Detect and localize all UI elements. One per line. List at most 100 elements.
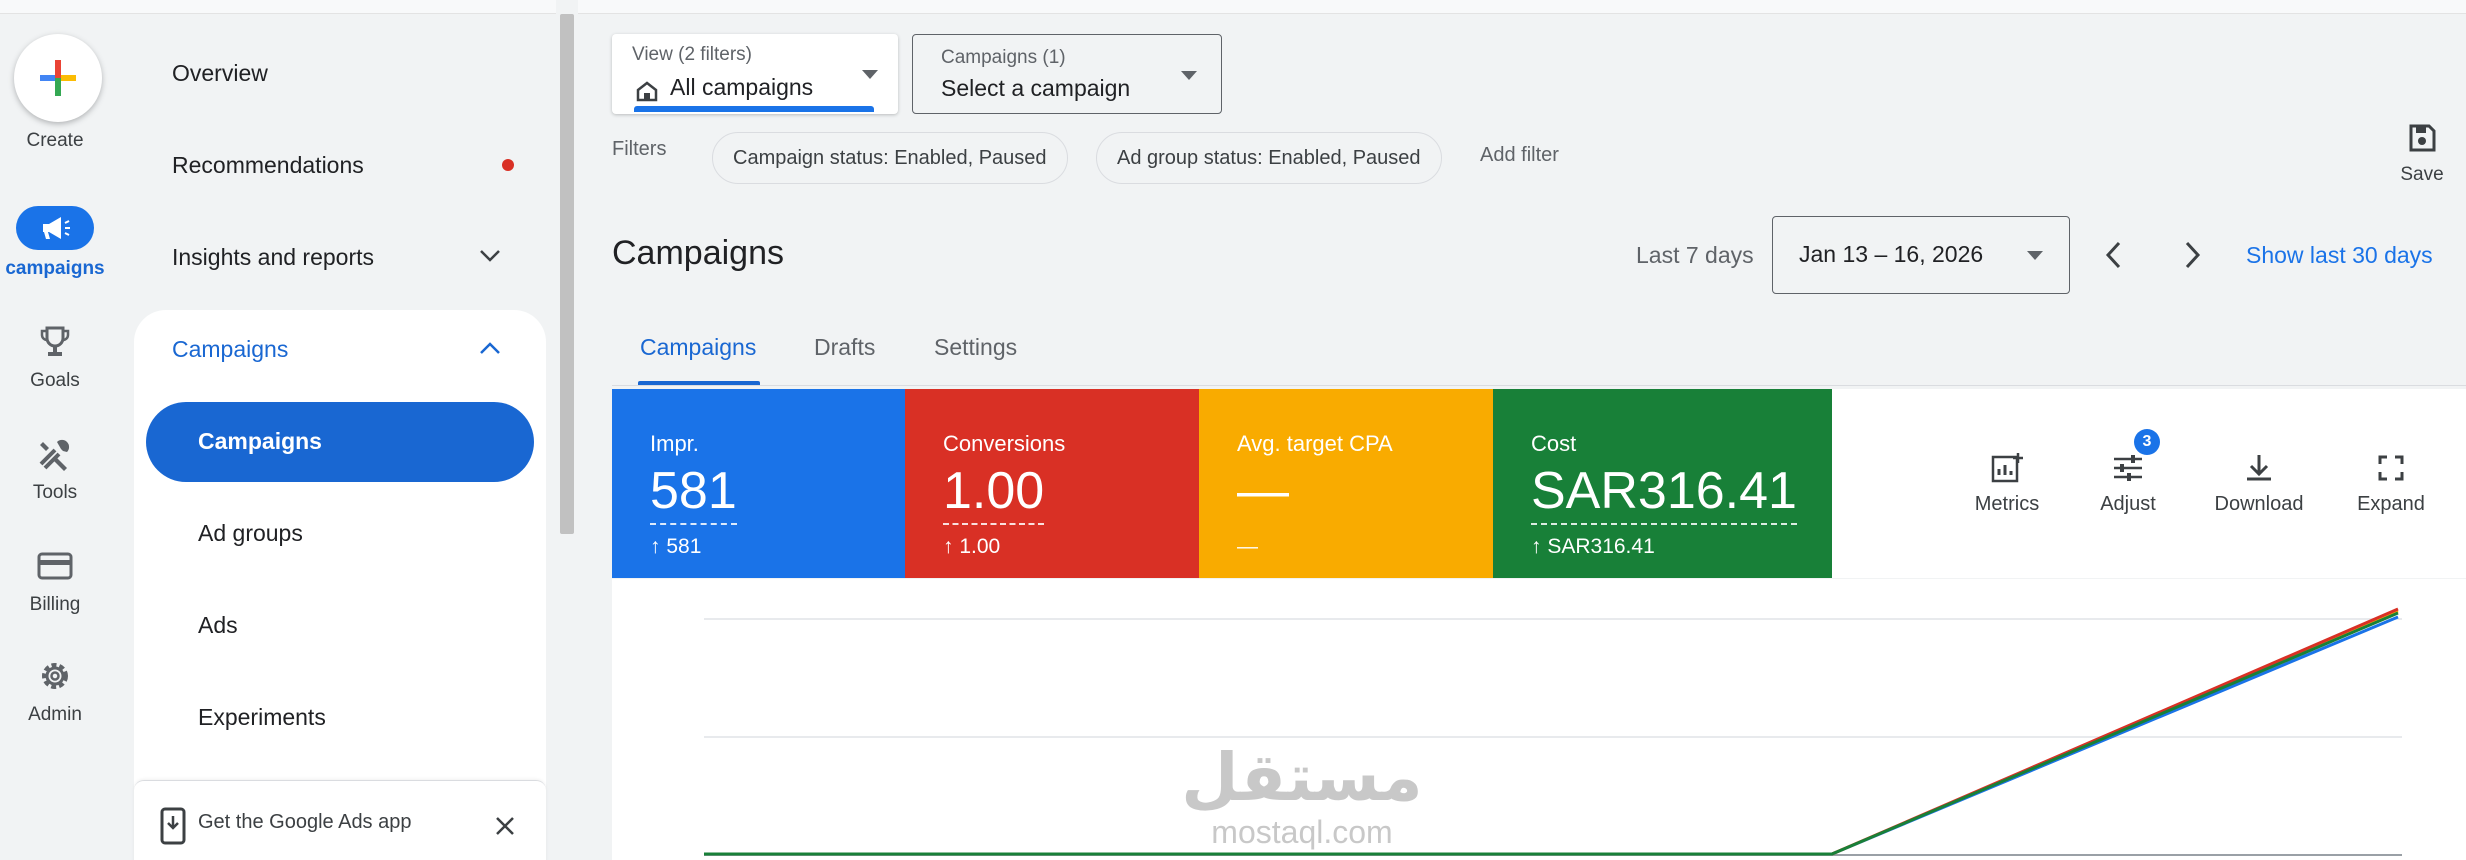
adjust-button[interactable]: Adjust 3 [2088, 429, 2168, 516]
close-icon[interactable] [494, 815, 516, 837]
date-range-label: Last 7 days [1636, 242, 1754, 268]
view-dropdown[interactable]: View (2 filters) All campaigns [612, 34, 898, 114]
metric-label: Conversions [943, 431, 1066, 456]
top-strip [0, 0, 2466, 14]
tab-campaigns[interactable]: Campaigns [640, 334, 756, 361]
create-button[interactable] [14, 34, 102, 122]
rail-item-campaigns[interactable] [16, 206, 94, 250]
series-line-impressions [704, 615, 2399, 856]
rail-label-tools[interactable]: Tools [0, 482, 110, 504]
campaign-selector-dropdown[interactable]: Campaigns (1) Select a campaign [912, 34, 1222, 114]
plus-icon [40, 60, 76, 96]
view-caption: View (2 filters) [632, 44, 753, 65]
download-button[interactable]: Download [2204, 451, 2314, 516]
icon-rail: Create campaigns Goals Tools Billing Adm… [0, 0, 2466, 860]
nav-sub-campaigns[interactable]: Campaigns [198, 428, 322, 455]
chart-svg [704, 607, 2402, 856]
main-content: View (2 filters) All campaigns Campaigns… [578, 14, 2466, 860]
show-last-30-days-link[interactable]: Show last 30 days [2246, 242, 2433, 269]
tabs-divider [612, 385, 2466, 386]
save-icon [2409, 124, 2436, 152]
tools-icon[interactable] [35, 434, 75, 474]
add-filter-button[interactable]: Add filter [1480, 144, 1559, 167]
dropdown-caret-icon [2027, 251, 2043, 260]
expand-button[interactable]: Expand [2346, 451, 2436, 516]
page-title: Campaigns [612, 234, 784, 272]
metric-delta: ↑ SAR316.41 [1531, 535, 1655, 558]
metric-card-conversions[interactable]: Conversions 1.00 ↑ 1.00 [905, 389, 1199, 578]
download-label: Download [2214, 493, 2304, 515]
rail-label-goals[interactable]: Goals [0, 370, 110, 392]
scrollbar-thumb[interactable] [560, 14, 574, 534]
watermark: مستقل mostaql.com [1152, 744, 1452, 851]
metric-value: — [1237, 462, 1289, 520]
nav-sub-ad-groups[interactable]: Ad groups [198, 520, 303, 547]
metrics-button[interactable]: Metrics [1962, 451, 2052, 516]
tune-icon [2114, 455, 2142, 481]
metric-delta-value: 581 [666, 535, 702, 558]
nav-sub-ads[interactable]: Ads [198, 612, 238, 639]
create-label: Create [26, 130, 84, 151]
nav-item-recommendations[interactable]: Recommendations [172, 152, 364, 179]
tab-drafts[interactable]: Drafts [814, 334, 875, 361]
metric-value: 1.00 [943, 461, 1045, 525]
metric-card-avg-target-cpa[interactable]: Avg. target CPA — — [1199, 389, 1493, 578]
metrics-label: Metrics [1974, 493, 2040, 515]
performance-chart: مستقل mostaql.com [612, 579, 2466, 860]
filter-chip-campaign-status[interactable]: Campaign status: Enabled, Paused [712, 132, 1068, 184]
metric-label: Avg. target CPA [1237, 431, 1393, 456]
app-banner-text[interactable]: Get the Google Ads app [198, 811, 412, 834]
chevron-right-icon[interactable] [2180, 240, 2204, 270]
date-range-picker[interactable]: Jan 13 – 16, 2026 [1772, 216, 2070, 294]
save-label: Save [2400, 164, 2444, 185]
rail-label-campaigns[interactable]: campaigns [0, 258, 110, 280]
chevron-up-icon[interactable] [478, 340, 502, 356]
nav-item-overview[interactable]: Overview [172, 60, 268, 87]
view-selected-indicator [634, 106, 874, 112]
metric-delta: ↑ 1.00 [943, 535, 1001, 558]
metric-delta: ↑ 581 [650, 535, 702, 558]
nav-sub-experiments[interactable]: Experiments [198, 704, 326, 731]
building-icon [636, 81, 658, 102]
rail-label-admin[interactable]: Admin [0, 704, 110, 726]
metric-value: 581 [650, 461, 737, 525]
metric-delta-value: SAR316.41 [1547, 535, 1655, 558]
campaigns-value: Select a campaign [941, 75, 1131, 101]
trophy-icon[interactable] [35, 322, 75, 362]
metric-card-cost[interactable]: Cost SAR316.41 ↑ SAR316.41 [1493, 389, 1832, 578]
download-icon [2247, 455, 2271, 481]
filters-label: Filters [612, 138, 667, 160]
metric-label: Impr. [650, 431, 699, 456]
chart-add-icon [1991, 453, 2023, 483]
watermark-latin: mostaql.com [1211, 814, 1393, 850]
rail-label-billing[interactable]: Billing [0, 594, 110, 616]
metric-label: Cost [1531, 431, 1577, 456]
dropdown-caret-icon [862, 70, 878, 79]
credit-card-icon[interactable] [35, 546, 75, 586]
metric-card-impressions[interactable]: Impr. 581 ↑ 581 [612, 389, 905, 578]
nav-section-campaigns[interactable]: Campaigns [172, 336, 288, 363]
chevron-down-icon[interactable] [478, 248, 502, 264]
metric-delta-value: — [1237, 535, 1258, 558]
adjust-label: Adjust [2100, 493, 2156, 515]
campaigns-section [134, 310, 546, 860]
dropdown-caret-icon [1181, 71, 1197, 80]
view-value: All campaigns [670, 74, 814, 100]
series-line-conversions [704, 607, 2399, 856]
filter-chip-ad-group-status[interactable]: Ad group status: Enabled, Paused [1096, 132, 1442, 184]
metric-value: SAR316.41 [1531, 461, 1797, 525]
campaigns-caption: Campaigns (1) [941, 47, 1066, 68]
save-button[interactable]: Save [2392, 122, 2452, 186]
nav-item-insights[interactable]: Insights and reports [172, 244, 374, 271]
metric-delta-value: 1.00 [959, 535, 1001, 558]
gear-icon[interactable] [35, 656, 75, 696]
fullscreen-icon [2378, 455, 2404, 481]
tab-settings[interactable]: Settings [934, 334, 1017, 361]
adjust-badge: 3 [2134, 429, 2160, 455]
megaphone-icon [43, 217, 70, 239]
series-line-cost [704, 611, 2399, 856]
chevron-left-icon[interactable] [2102, 240, 2126, 270]
series-line-avg-target-cpa [704, 609, 2399, 856]
nav-panel: Overview Recommendations Insights and re… [110, 14, 550, 860]
notification-dot [502, 159, 514, 171]
